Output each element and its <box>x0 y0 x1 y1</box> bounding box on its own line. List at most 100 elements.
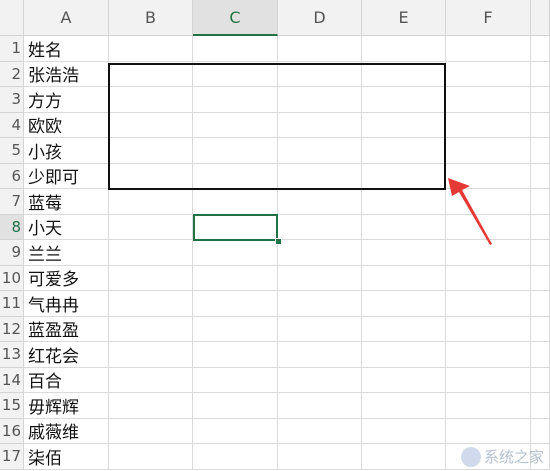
cell-d1[interactable] <box>278 36 362 62</box>
cell-f2[interactable] <box>446 61 531 87</box>
cell-e8[interactable] <box>362 214 446 240</box>
cell-a3[interactable]: 方方 <box>24 87 109 113</box>
row-header-9[interactable]: 9 <box>0 240 24 266</box>
cell-g8[interactable] <box>531 214 550 240</box>
cell-a1[interactable]: 姓名 <box>24 36 109 62</box>
cell-d13[interactable] <box>278 342 362 368</box>
cell-g4[interactable] <box>531 112 550 138</box>
cell-g3[interactable] <box>531 87 550 113</box>
cell-a16[interactable]: 戚薇维 <box>24 418 109 444</box>
cell-a10[interactable]: 可爱多 <box>24 265 109 291</box>
row-header-7[interactable]: 7 <box>0 189 24 215</box>
selected-cell-c8[interactable] <box>193 214 278 241</box>
spreadsheet-grid[interactable]: ABCDEF 1 2 3 4 5 6 7 8 9 10 11 12 13 14 15 16 17 姓名 张浩浩 方方… <box>0 0 550 471</box>
cell-b13[interactable] <box>109 342 193 368</box>
row-header-11[interactable]: 11 <box>0 291 24 317</box>
cell-c14[interactable] <box>193 367 278 393</box>
column-header-d[interactable]: D <box>278 0 362 36</box>
cell-g12[interactable] <box>531 316 550 342</box>
cell-d15[interactable] <box>278 393 362 419</box>
cell-f5[interactable] <box>446 138 531 164</box>
cell-a14[interactable]: 百合 <box>24 367 109 393</box>
cell-g14[interactable] <box>531 367 550 393</box>
column-header-f[interactable]: F <box>446 0 531 36</box>
cell-e14[interactable] <box>362 367 446 393</box>
cell-c9[interactable] <box>193 240 278 266</box>
cell-e16[interactable] <box>362 418 446 444</box>
cell-b8[interactable] <box>109 214 193 240</box>
cell-f4[interactable] <box>446 112 531 138</box>
cell-g10[interactable] <box>531 265 550 291</box>
cell-b16[interactable] <box>109 418 193 444</box>
cell-f1[interactable] <box>446 36 531 62</box>
cell-c11[interactable] <box>193 291 278 317</box>
cell-d12[interactable] <box>278 316 362 342</box>
cell-f16[interactable] <box>446 418 531 444</box>
cell-a15[interactable]: 毋辉辉 <box>24 393 109 419</box>
cell-c7[interactable] <box>193 189 278 215</box>
row-header-1[interactable]: 1 <box>0 36 24 62</box>
cell-b17[interactable] <box>109 444 193 470</box>
cell-d16[interactable] <box>278 418 362 444</box>
cell-b12[interactable] <box>109 316 193 342</box>
row-header-16[interactable]: 16 <box>0 418 24 444</box>
cell-e1[interactable] <box>362 36 446 62</box>
cell-a8[interactable]: 小天 <box>24 214 109 240</box>
cell-d14[interactable] <box>278 367 362 393</box>
row-header-6[interactable]: 6 <box>0 163 24 189</box>
cell-b9[interactable] <box>109 240 193 266</box>
column-header-overflow[interactable] <box>531 0 550 36</box>
cell-g6[interactable] <box>531 163 550 189</box>
cell-d11[interactable] <box>278 291 362 317</box>
cell-e10[interactable] <box>362 265 446 291</box>
cell-f13[interactable] <box>446 342 531 368</box>
cell-d17[interactable] <box>278 444 362 470</box>
fill-handle[interactable] <box>275 238 282 245</box>
column-header-c[interactable]: C <box>193 0 278 36</box>
cell-b7[interactable] <box>109 189 193 215</box>
row-header-4[interactable]: 4 <box>0 112 24 138</box>
cell-c16[interactable] <box>193 418 278 444</box>
cell-c17[interactable] <box>193 444 278 470</box>
row-header-14[interactable]: 14 <box>0 367 24 393</box>
cell-e7[interactable] <box>362 189 446 215</box>
cell-d7[interactable] <box>278 189 362 215</box>
cell-f14[interactable] <box>446 367 531 393</box>
cell-c13[interactable] <box>193 342 278 368</box>
cell-a7[interactable]: 蓝莓 <box>24 189 109 215</box>
cell-f12[interactable] <box>446 316 531 342</box>
cell-a5[interactable]: 小孩 <box>24 138 109 164</box>
cell-f15[interactable] <box>446 393 531 419</box>
cell-d9[interactable] <box>278 240 362 266</box>
cell-b1[interactable] <box>109 36 193 62</box>
cell-f3[interactable] <box>446 87 531 113</box>
cell-a13[interactable]: 红花会 <box>24 342 109 368</box>
cell-a6[interactable]: 少即可 <box>24 163 109 189</box>
row-header-15[interactable]: 15 <box>0 393 24 419</box>
cell-e12[interactable] <box>362 316 446 342</box>
cell-c10[interactable] <box>193 265 278 291</box>
cell-g16[interactable] <box>531 418 550 444</box>
cell-a12[interactable]: 蓝盈盈 <box>24 316 109 342</box>
cell-g11[interactable] <box>531 291 550 317</box>
cell-d8[interactable] <box>278 214 362 240</box>
cell-d10[interactable] <box>278 265 362 291</box>
cell-a17[interactable]: 柒佰 <box>24 444 109 470</box>
cell-g5[interactable] <box>531 138 550 164</box>
cell-b11[interactable] <box>109 291 193 317</box>
cell-c12[interactable] <box>193 316 278 342</box>
cell-a11[interactable]: 气冉冉 <box>24 291 109 317</box>
column-header-e[interactable]: E <box>362 0 446 36</box>
cell-g9[interactable] <box>531 240 550 266</box>
cell-a4[interactable]: 欧欧 <box>24 112 109 138</box>
cell-g15[interactable] <box>531 393 550 419</box>
cell-b10[interactable] <box>109 265 193 291</box>
row-header-8[interactable]: 8 <box>0 214 24 240</box>
row-header-17[interactable]: 17 <box>0 444 24 470</box>
select-all-corner[interactable] <box>0 0 24 36</box>
cell-g7[interactable] <box>531 189 550 215</box>
cell-a9[interactable]: 兰兰 <box>24 240 109 266</box>
cell-e15[interactable] <box>362 393 446 419</box>
cell-e11[interactable] <box>362 291 446 317</box>
column-header-a[interactable]: A <box>24 0 109 36</box>
